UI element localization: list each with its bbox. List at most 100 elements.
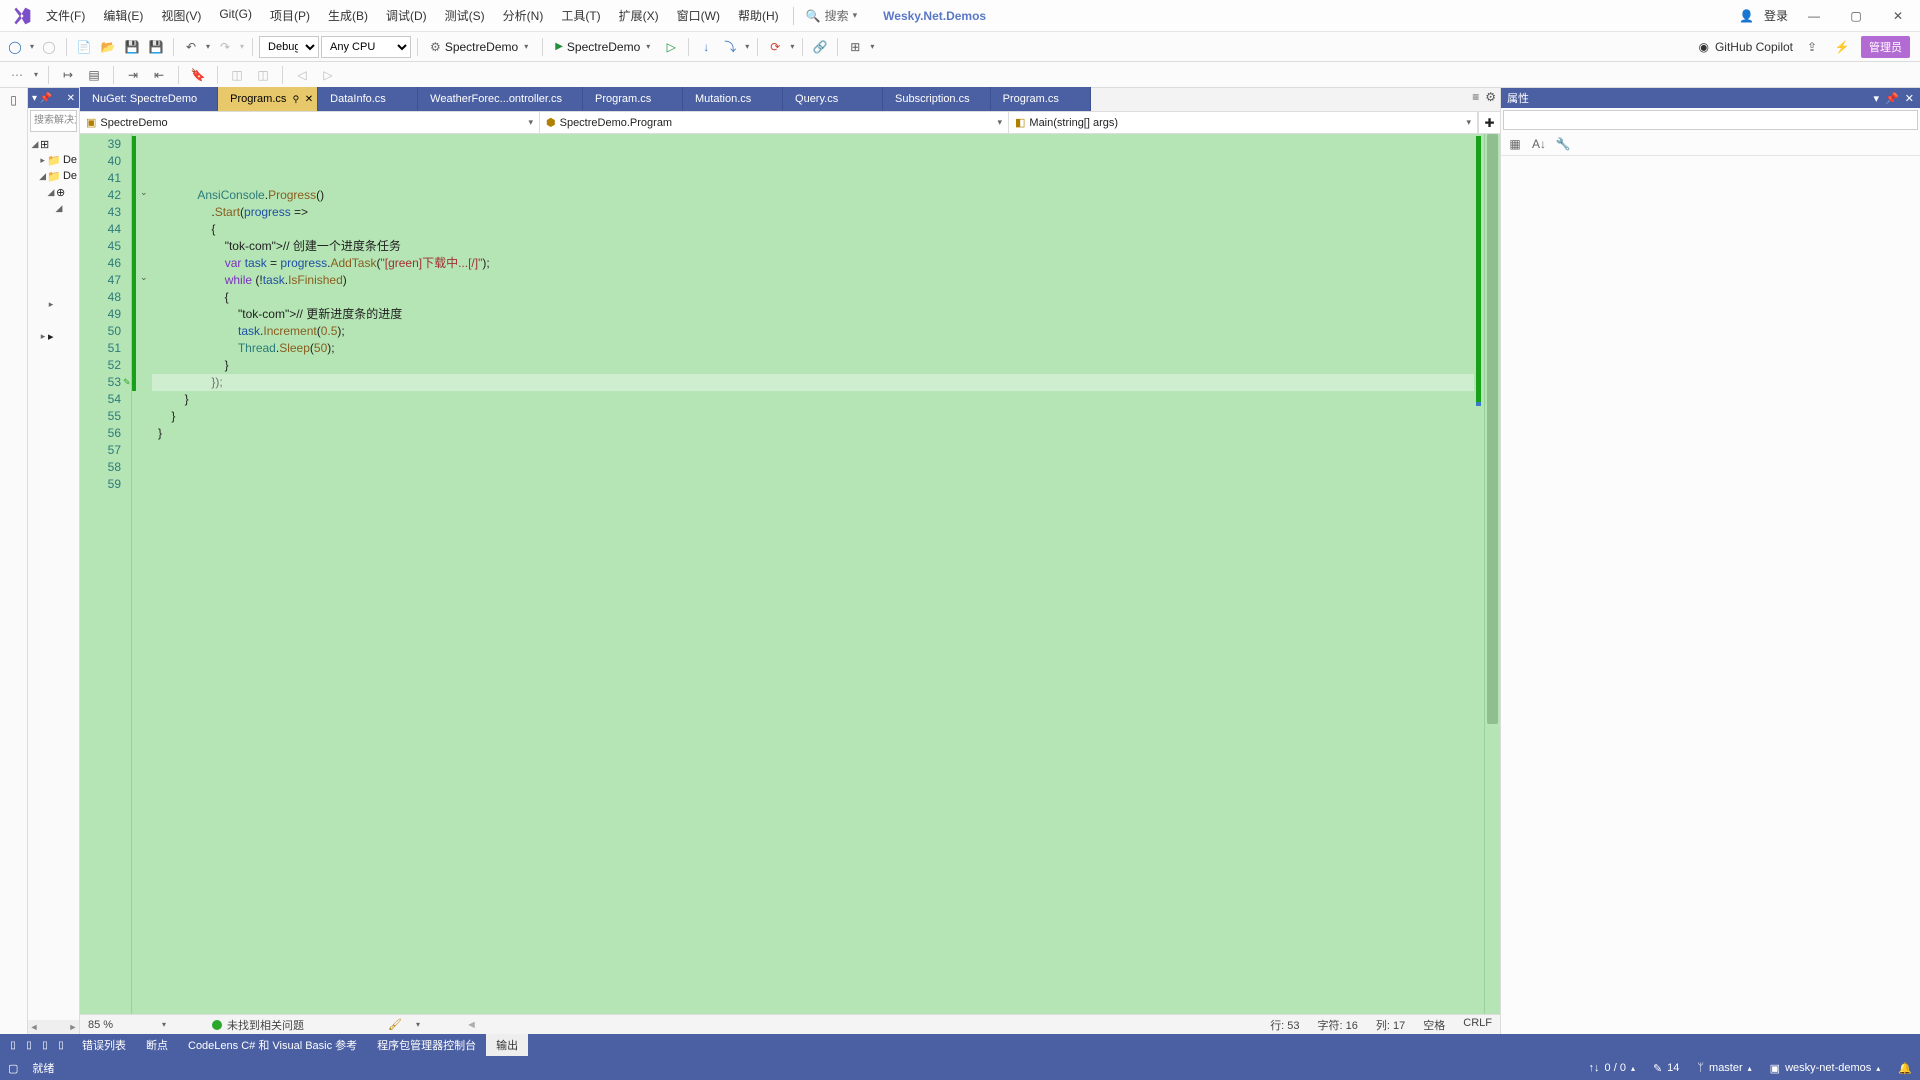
- copilot-button[interactable]: ◉ GitHub Copilot: [1698, 40, 1793, 54]
- chevron-down-icon[interactable]: ▾: [414, 1020, 422, 1029]
- menu-git[interactable]: Git(G): [211, 3, 260, 28]
- output-tab-breakpoints[interactable]: 断点: [136, 1034, 178, 1056]
- chevron-down-icon[interactable]: ▾: [868, 42, 876, 51]
- project-combo[interactable]: ▣ SpectreDemo ▾: [80, 112, 540, 133]
- alphabetical-button[interactable]: A↓: [1529, 134, 1549, 154]
- new-button[interactable]: 📄: [73, 35, 95, 59]
- menu-edit[interactable]: 编辑(E): [95, 3, 151, 28]
- gear-icon[interactable]: ⚙: [1485, 90, 1496, 104]
- browser-link-button[interactable]: 🔗: [809, 35, 831, 59]
- eol-indicator[interactable]: CRLF: [1463, 1017, 1492, 1033]
- scroll-left-icon[interactable]: ◄: [28, 1020, 40, 1034]
- menu-debug[interactable]: 调试(D): [378, 3, 435, 28]
- code-text[interactable]: AnsiConsole.Progress() .Start(progress =…: [152, 134, 1474, 1014]
- solution-tree[interactable]: ◢⊞ ▸📁De ◢📁De ◢⊕ ◢ ▸ ▸▸: [28, 134, 79, 346]
- repo-indicator[interactable]: ▣ wesky-net-demos ▴: [1770, 1062, 1881, 1075]
- run-button[interactable]: ▶ SpectreDemo ▾: [549, 35, 658, 59]
- nav-back-icon[interactable]: ◄: [466, 1019, 477, 1031]
- overview-ruler[interactable]: [1474, 134, 1484, 1014]
- tab-weather[interactable]: WeatherForec...ontroller.cs: [418, 87, 583, 111]
- pin-icon[interactable]: 📌: [40, 93, 52, 104]
- tab-datainfo[interactable]: DataInfo.cs: [318, 87, 418, 111]
- tree-node[interactable]: ◢⊕: [30, 184, 77, 200]
- chevron-down-icon[interactable]: ▾: [743, 42, 751, 51]
- tab-subscription[interactable]: Subscription.cs: [883, 87, 991, 111]
- forward-button[interactable]: ◯: [38, 35, 60, 59]
- tool-icon[interactable]: ▯: [6, 1038, 20, 1052]
- menu-window[interactable]: 窗口(W): [669, 3, 728, 28]
- chevron-down-icon[interactable]: ▾: [204, 42, 212, 51]
- menu-test[interactable]: 测试(S): [437, 3, 493, 28]
- menu-build[interactable]: 生成(B): [320, 3, 376, 28]
- scroll-right-icon[interactable]: ►: [67, 1020, 79, 1034]
- zoom-combo[interactable]: 85 %: [88, 1019, 148, 1031]
- brush-icon[interactable]: 🖌: [388, 1018, 402, 1031]
- share-button[interactable]: ⇪: [1801, 35, 1823, 59]
- horizontal-scrollbar[interactable]: ◄ ►: [28, 1020, 79, 1034]
- screen-button[interactable]: ⊞: [844, 35, 866, 59]
- save-button[interactable]: 💾: [121, 35, 143, 59]
- login-link[interactable]: 登录: [1764, 7, 1788, 24]
- pending-changes[interactable]: ✎ 14: [1653, 1062, 1679, 1075]
- output-tab-codelens[interactable]: CodeLens C# 和 Visual Basic 参考: [178, 1034, 367, 1056]
- menu-file[interactable]: 文件(F): [38, 3, 93, 28]
- process-button[interactable]: ⋯: [6, 63, 28, 87]
- line-indicator[interactable]: 行: 53: [1270, 1017, 1299, 1033]
- server-explorer-icon[interactable]: ▯: [3, 90, 25, 110]
- step-into-button[interactable]: ↓: [695, 35, 717, 59]
- char-indicator[interactable]: 字符: 16: [1318, 1017, 1358, 1033]
- tool-icon[interactable]: ▯: [54, 1038, 68, 1052]
- tab-program2[interactable]: Program.cs: [583, 87, 683, 111]
- insert-mode[interactable]: 空格: [1423, 1017, 1445, 1033]
- platform-select[interactable]: Any CPU: [321, 36, 411, 58]
- tree-node[interactable]: [30, 312, 77, 328]
- menu-view[interactable]: 视图(V): [153, 3, 209, 28]
- issues-indicator[interactable]: 未找到相关问题: [212, 1017, 304, 1033]
- redo-button[interactable]: ↷: [214, 35, 236, 59]
- undo-button[interactable]: ↶: [180, 35, 202, 59]
- chevron-down-icon[interactable]: ▾: [788, 42, 796, 51]
- step-over-button[interactable]: ⤵: [719, 35, 741, 59]
- run-no-debug-button[interactable]: ▷: [660, 35, 682, 59]
- chevron-down-icon[interactable]: ▾: [32, 70, 40, 79]
- maximize-button[interactable]: ▢: [1840, 2, 1872, 30]
- thread-button[interactable]: ↦: [57, 63, 79, 87]
- wrench-icon[interactable]: 🔧: [1553, 134, 1573, 154]
- uncomment-button[interactable]: ◫: [252, 63, 274, 87]
- save-all-button[interactable]: 💾: [145, 35, 167, 59]
- menu-help[interactable]: 帮助(H): [730, 3, 787, 28]
- source-control-updown[interactable]: ↑↓ 0 / 0 ▴: [1589, 1062, 1635, 1074]
- comment-button[interactable]: ◫: [226, 63, 248, 87]
- search-box[interactable]: 🔍 搜索 ▾: [800, 5, 864, 26]
- member-combo[interactable]: ◧ Main(string[] args) ▾: [1009, 112, 1478, 133]
- tree-node[interactable]: ◢: [30, 200, 77, 216]
- menu-tools[interactable]: 工具(T): [553, 3, 608, 28]
- nav-next-button[interactable]: ▷: [317, 63, 339, 87]
- indent-button[interactable]: ⇥: [122, 63, 144, 87]
- outdent-button[interactable]: ⇤: [148, 63, 170, 87]
- stack-button[interactable]: ▤: [83, 63, 105, 87]
- split-button[interactable]: ✚: [1478, 112, 1500, 133]
- hot-reload-button[interactable]: ⟳: [764, 35, 786, 59]
- fold-toggle-icon[interactable]: ⌄: [140, 187, 148, 198]
- minimize-button[interactable]: ―: [1798, 2, 1830, 30]
- tree-node[interactable]: ▸: [30, 296, 77, 312]
- chevron-down-icon[interactable]: ▾: [28, 42, 36, 51]
- tree-node[interactable]: ◢📁De: [30, 168, 77, 184]
- tab-program-active[interactable]: Program.cs⚲✕: [218, 87, 318, 111]
- close-icon[interactable]: ✕: [305, 94, 313, 105]
- output-tab-errors[interactable]: 错误列表: [72, 1034, 136, 1056]
- config-select[interactable]: Debug: [259, 36, 319, 58]
- fold-margin[interactable]: ⌄ ⌄: [138, 134, 152, 1014]
- fold-toggle-icon[interactable]: ⌄: [140, 272, 148, 283]
- menu-analyze[interactable]: 分析(N): [495, 3, 552, 28]
- solution-search-input[interactable]: 搜索解决方: [30, 110, 77, 132]
- categorized-button[interactable]: ▦: [1505, 134, 1525, 154]
- tree-node[interactable]: ▸📁De: [30, 152, 77, 168]
- tree-node[interactable]: ▸▸: [30, 328, 77, 344]
- pin-icon[interactable]: ⚲: [293, 94, 300, 105]
- dropdown-icon[interactable]: ≡: [1472, 90, 1479, 104]
- tab-mutation[interactable]: Mutation.cs: [683, 87, 783, 111]
- bookmark-button[interactable]: 🔖: [187, 63, 209, 87]
- output-tab-output[interactable]: 输出: [486, 1034, 528, 1056]
